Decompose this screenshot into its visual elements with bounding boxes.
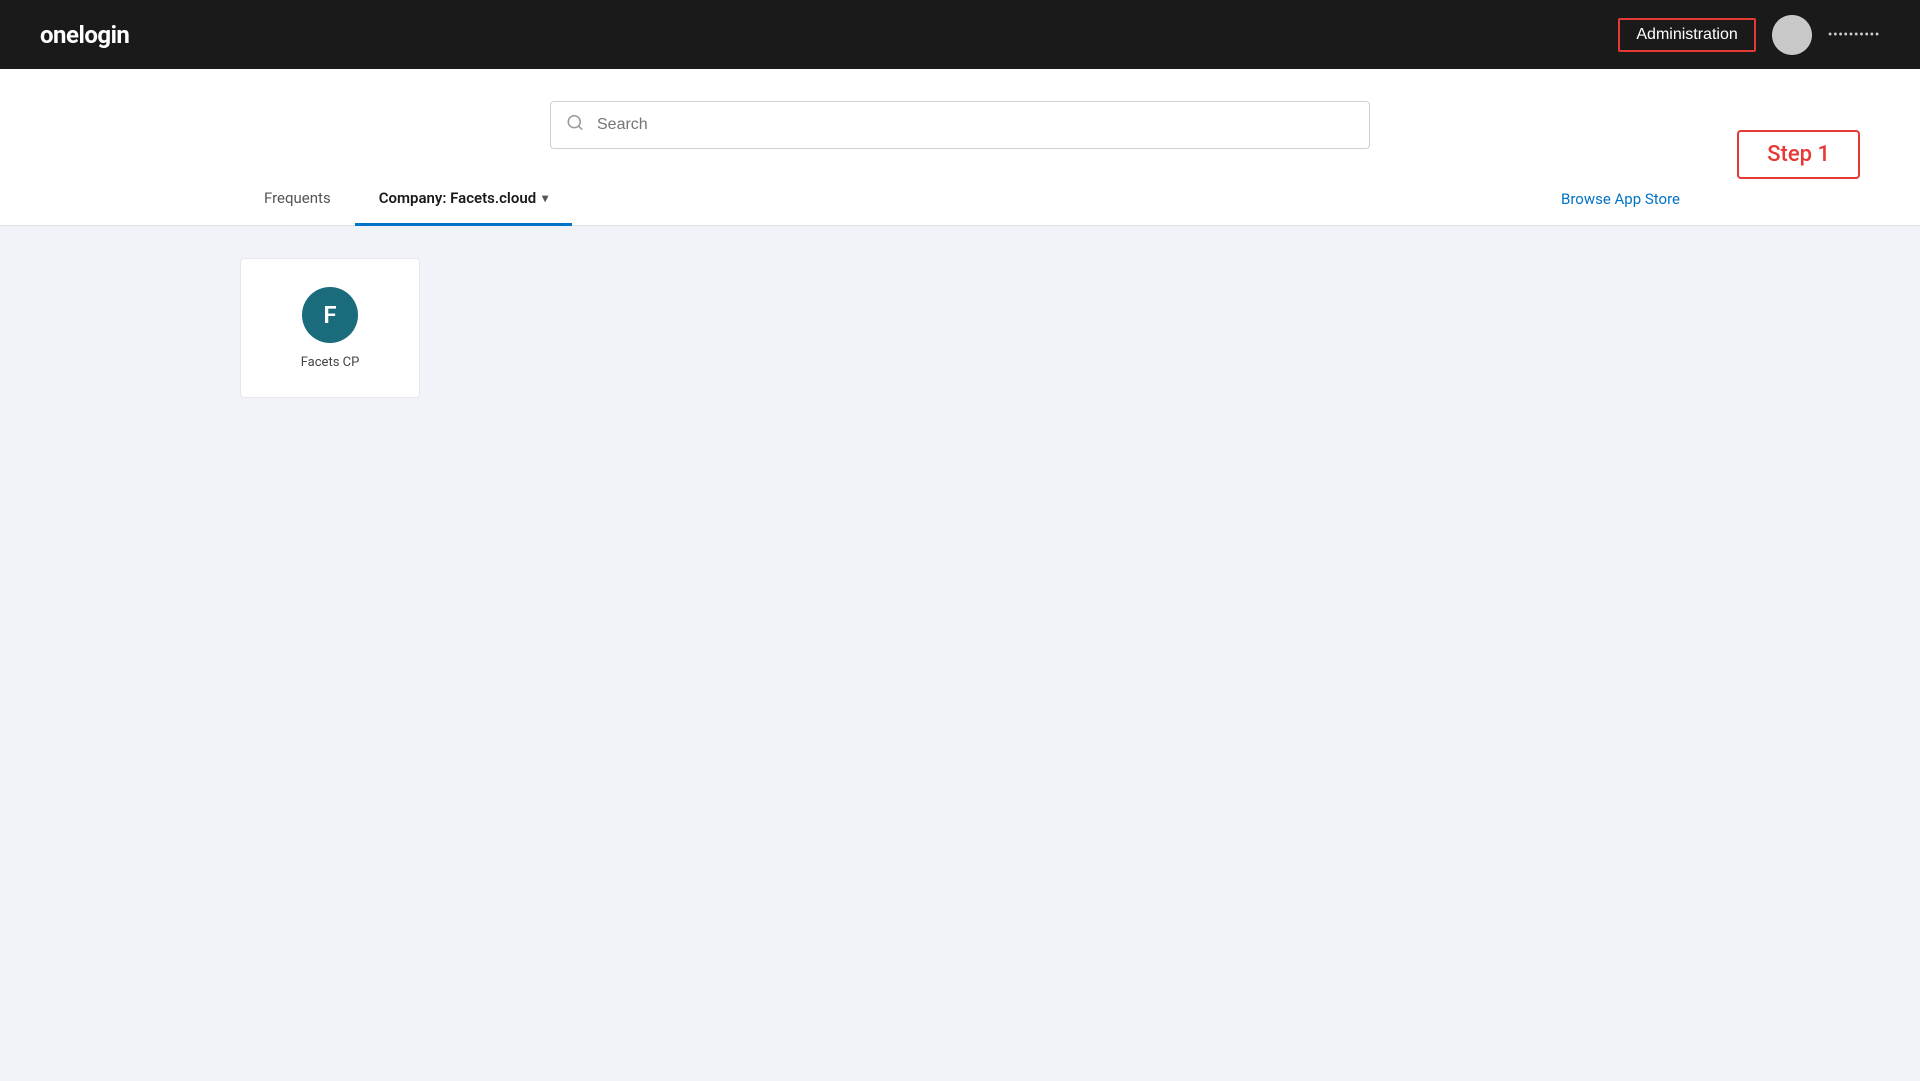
tab-company[interactable]: Company: Facets.cloud ▾ xyxy=(355,173,572,226)
tabs-left: Frequents Company: Facets.cloud ▾ xyxy=(240,173,572,225)
app-icon: F xyxy=(302,287,358,343)
navbar: onelogin Administration •••••••••• xyxy=(0,0,1920,69)
administration-button[interactable]: Administration xyxy=(1618,18,1755,52)
search-container xyxy=(550,101,1370,149)
app-name: Facets CP xyxy=(301,355,360,370)
tabs-right: Browse App Store xyxy=(1561,190,1680,208)
app-grid: F Facets CP xyxy=(240,258,1680,398)
navbar-right: Administration •••••••••• xyxy=(1618,15,1880,55)
avatar-image xyxy=(1772,15,1812,55)
chevron-down-icon: ▾ xyxy=(542,191,548,205)
app-card[interactable]: F Facets CP xyxy=(240,258,420,398)
search-input[interactable] xyxy=(550,101,1370,149)
tab-frequents[interactable]: Frequents xyxy=(240,173,355,226)
username-label: •••••••••• xyxy=(1828,27,1880,43)
avatar[interactable] xyxy=(1772,15,1812,55)
brand-logo: onelogin xyxy=(40,21,129,49)
tabs-bar: Frequents Company: Facets.cloud ▾ Browse… xyxy=(0,173,1920,226)
browse-app-store-link[interactable]: Browse App Store xyxy=(1561,190,1680,208)
search-area xyxy=(0,69,1920,173)
main-content: F Facets CP xyxy=(0,226,1920,1081)
